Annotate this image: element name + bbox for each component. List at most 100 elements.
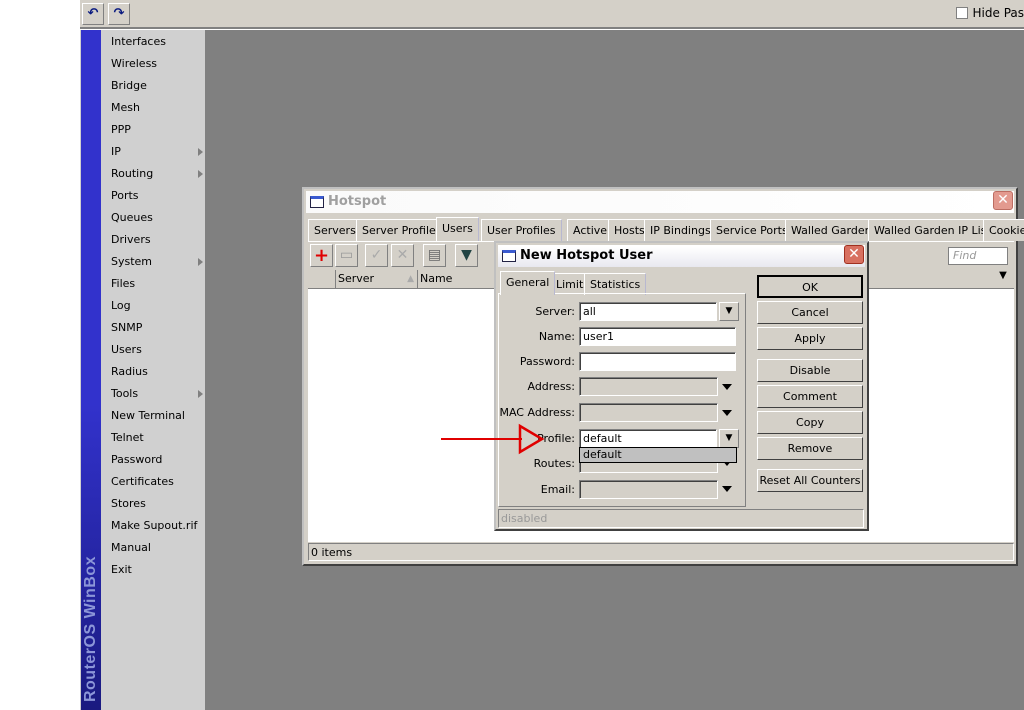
apply-button[interactable]: Apply	[757, 327, 863, 350]
sidebar-item-label: Users	[111, 343, 142, 356]
sidebar-item-telnet[interactable]: Telnet	[111, 427, 201, 449]
submenu-arrow-icon	[198, 258, 203, 266]
mac-address-input[interactable]	[579, 403, 718, 422]
tab-servers[interactable]: Servers	[308, 219, 362, 241]
sidebar-item-make-supout-rif[interactable]: Make Supout.rif	[111, 515, 201, 537]
dialog-title-bar[interactable]: New Hotspot User	[498, 245, 865, 267]
sidebar-item-label: Bridge	[111, 79, 147, 92]
password-input[interactable]	[579, 352, 736, 371]
reset-all-counters-button[interactable]: Reset All Counters	[757, 469, 863, 492]
mac-address-label: MAC Address:	[499, 406, 575, 419]
sidebar-item-label: Log	[111, 299, 131, 312]
profile-option[interactable]: default	[579, 447, 737, 463]
sidebar-item-label: New Terminal	[111, 409, 185, 422]
sidebar-item-queues[interactable]: Queues	[111, 207, 201, 229]
sidebar-item-exit[interactable]: Exit	[111, 559, 201, 581]
status-bar: 0 items	[308, 543, 1014, 561]
sidebar-item-label: Tools	[111, 387, 139, 400]
arrow-head	[518, 423, 545, 455]
window-icon	[310, 196, 324, 208]
plus-icon: +	[313, 245, 330, 266]
comment-button[interactable]: Comment	[757, 385, 863, 408]
email-input[interactable]	[579, 480, 718, 499]
comment-button[interactable]: ▤	[423, 244, 446, 267]
columns-dropdown[interactable]: ▼	[994, 270, 1012, 288]
hide-passwords-checkbox[interactable]: Hide Pas	[955, 6, 1024, 20]
close-button[interactable]: ✕	[993, 191, 1013, 210]
sidebar-item-certificates[interactable]: Certificates	[111, 471, 201, 493]
sidebar-item-label: Drivers	[111, 233, 151, 246]
remove-button[interactable]: ▭	[335, 244, 358, 267]
add-button[interactable]: +	[310, 244, 333, 267]
copy-button[interactable]: Copy	[757, 411, 863, 434]
find-input[interactable]: Find	[948, 247, 1008, 265]
sidebar-item-label: Exit	[111, 563, 132, 576]
dropdown-icon: ▼	[725, 306, 733, 316]
tab-walled-garden[interactable]: Walled Garden	[785, 219, 878, 241]
sidebar-item-new-terminal[interactable]: New Terminal	[111, 405, 201, 427]
sidebar-item-label: SNMP	[111, 321, 143, 334]
tab-cookies[interactable]: Cookies	[983, 219, 1024, 241]
name-input[interactable]: user1	[579, 327, 736, 346]
sidebar-item-drivers[interactable]: Drivers	[111, 229, 201, 251]
server-dropdown-button[interactable]: ▼	[719, 302, 739, 321]
profile-select[interactable]: default	[579, 429, 717, 448]
undo-icon: ↶	[87, 6, 99, 21]
server-select[interactable]: all	[579, 302, 717, 321]
tab-ip-bindings[interactable]: IP Bindings	[644, 219, 717, 241]
column-name[interactable]: Name	[420, 270, 500, 288]
cancel-button[interactable]: Cancel	[757, 301, 863, 324]
email-dropdown-icon[interactable]	[722, 486, 732, 492]
sidebar-item-files[interactable]: Files	[111, 273, 201, 295]
profile-dropdown-button[interactable]: ▼	[719, 429, 739, 448]
undo-button[interactable]: ↶	[82, 3, 104, 25]
sidebar-item-label: System	[111, 255, 153, 268]
ok-button[interactable]: OK	[757, 275, 863, 298]
sidebar-item-log[interactable]: Log	[111, 295, 201, 317]
enable-button[interactable]: ✓	[365, 244, 388, 267]
sidebar-item-snmp[interactable]: SNMP	[111, 317, 201, 339]
sidebar-item-bridge[interactable]: Bridge	[111, 75, 201, 97]
sidebar-item-system[interactable]: System	[111, 251, 203, 273]
sidebar-item-label: Telnet	[111, 431, 144, 444]
sidebar-item-ppp[interactable]: PPP	[111, 119, 201, 141]
close-button[interactable]: ✕	[844, 245, 864, 264]
tab-active[interactable]: Active	[567, 219, 614, 241]
sidebar-item-users[interactable]: Users	[111, 339, 201, 361]
tab-general[interactable]: General	[500, 271, 556, 295]
sidebar-item-radius[interactable]: Radius	[111, 361, 201, 383]
sidebar-item-label: Manual	[111, 541, 151, 554]
tab-server-profiles[interactable]: Server Profiles	[356, 219, 448, 241]
address-input[interactable]	[579, 377, 718, 396]
mac-dropdown-icon[interactable]	[722, 410, 732, 416]
sidebar-item-routing[interactable]: Routing	[111, 163, 203, 185]
disable-button[interactable]: Disable	[757, 359, 863, 382]
sidebar-item-label: IP	[111, 145, 121, 158]
checkbox-box[interactable]	[955, 7, 968, 19]
column-server[interactable]: Server ▲	[338, 270, 418, 288]
sidebar-item-interfaces[interactable]: Interfaces	[111, 31, 201, 53]
close-icon: ✕	[997, 192, 1009, 208]
tab-users[interactable]: Users	[436, 217, 479, 241]
tab-user-profiles[interactable]: User Profiles	[481, 219, 562, 241]
hide-passwords-label: Hide Pas	[972, 6, 1024, 20]
tab-service-ports[interactable]: Service Ports	[710, 219, 794, 241]
tab-walled-garden-ip-list[interactable]: Walled Garden IP List	[868, 219, 997, 241]
submenu-arrow-icon	[198, 390, 203, 398]
disable-button[interactable]: ✕	[391, 244, 414, 267]
sidebar-item-manual[interactable]: Manual	[111, 537, 201, 559]
tab-statistics[interactable]: Statistics	[584, 273, 647, 295]
filter-button[interactable]: ▼	[455, 244, 478, 267]
sidebar-item-wireless[interactable]: Wireless	[111, 53, 201, 75]
sidebar-item-label: Routing	[111, 167, 154, 180]
hotspot-title-bar[interactable]: Hotspot	[306, 191, 1014, 213]
remove-button[interactable]: Remove	[757, 437, 863, 460]
address-dropdown-icon[interactable]	[722, 384, 732, 390]
sidebar-item-mesh[interactable]: Mesh	[111, 97, 201, 119]
sidebar-item-tools[interactable]: Tools	[111, 383, 203, 405]
sidebar-item-ip[interactable]: IP	[111, 141, 203, 163]
redo-button[interactable]: ↷	[108, 3, 130, 25]
sidebar-item-ports[interactable]: Ports	[111, 185, 201, 207]
sidebar-item-stores[interactable]: Stores	[111, 493, 201, 515]
sidebar-item-password[interactable]: Password	[111, 449, 201, 471]
